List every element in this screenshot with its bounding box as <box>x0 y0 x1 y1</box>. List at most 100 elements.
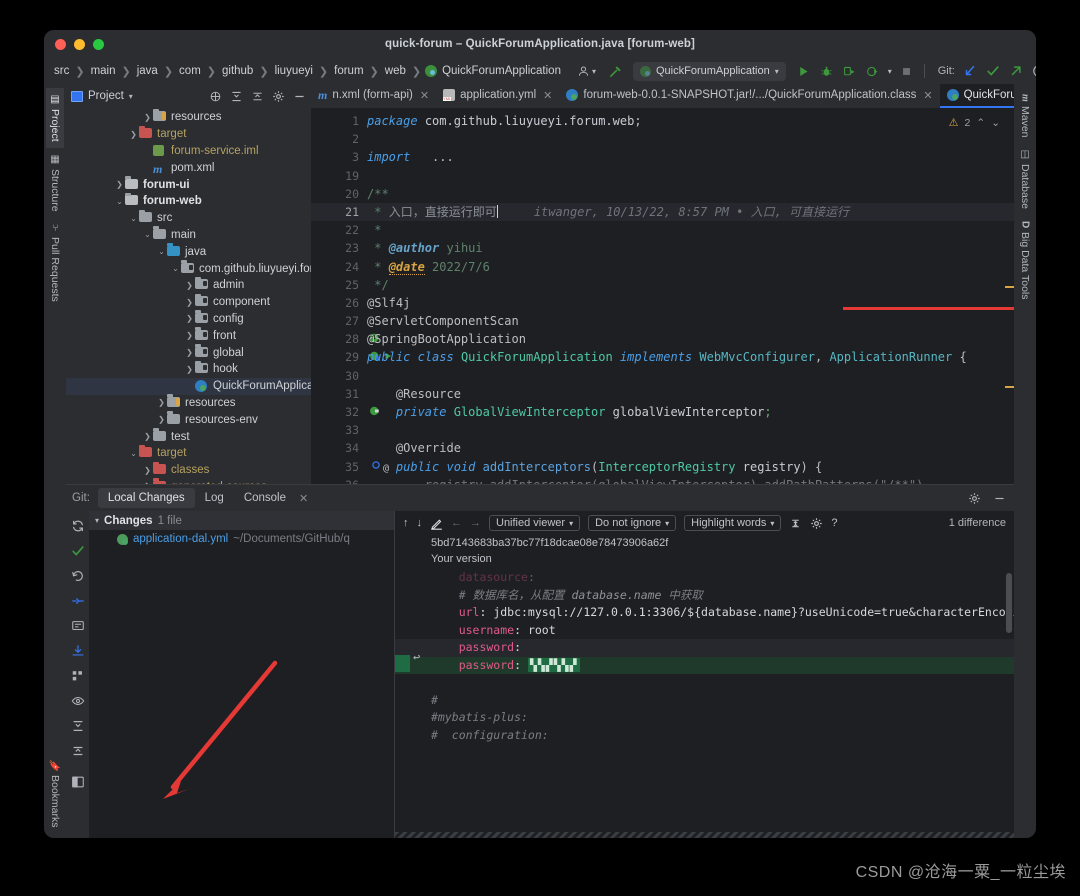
code-editor[interactable]: 1231920212223242526272829303132333435@36… <box>311 108 1014 484</box>
ignore-mode-select[interactable]: Do not ignore ▾ <box>588 515 677 531</box>
git-tab-bar[interactable]: Git: Local Changes Log Console ✕ <box>66 485 1014 511</box>
scroll-from-source-icon[interactable] <box>209 90 222 103</box>
tree-expander-icon[interactable]: ❯ <box>184 365 195 374</box>
annotate-pen-icon[interactable] <box>430 517 443 530</box>
tree-item[interactable]: ❯ hook <box>66 360 311 378</box>
group-by-icon[interactable] <box>71 669 85 683</box>
tree-item[interactable]: ❯ front <box>66 327 311 344</box>
profile-button[interactable] <box>865 63 881 79</box>
refresh-icon[interactable] <box>71 519 85 533</box>
push-icon[interactable] <box>1008 63 1024 79</box>
previous-file-icon[interactable]: ← <box>451 517 462 529</box>
tree-expander-icon[interactable]: ⌄ <box>170 264 181 273</box>
viewer-mode-select[interactable]: Unified viewer ▾ <box>489 515 581 531</box>
gutter-line-number[interactable]: 32 <box>311 403 379 421</box>
diff-toolbar[interactable]: ↑ ↓ ← → Unified viewer ▾ Do not ignore ▾… <box>395 511 1014 535</box>
breadcrumb-item-5[interactable]: liuyueyi <box>273 65 315 77</box>
tree-expander-icon[interactable]: ❯ <box>184 314 195 323</box>
close-icon[interactable]: ✕ <box>543 89 552 102</box>
gutter-line-number[interactable]: 19 <box>311 167 363 185</box>
changes-group-header[interactable]: ▾ Changes 1 file <box>89 511 394 530</box>
gutter-line-number[interactable]: 28 <box>311 330 379 348</box>
tree-item[interactable]: ❯ test <box>66 428 311 445</box>
sidebar-item-project[interactable]: ▤ Project <box>46 88 64 148</box>
expand-all-icon[interactable] <box>230 90 243 103</box>
local-changes-list[interactable]: ▾ Changes 1 file application-dal.yml ~/D… <box>89 511 394 838</box>
settings-gear-icon[interactable] <box>272 90 285 103</box>
sidebar-item-structure[interactable]: ▦ Structure <box>46 148 64 218</box>
tree-expander-icon[interactable]: ⌄ <box>156 247 167 256</box>
breadcrumb[interactable]: src ❯ main ❯ java ❯ com ❯ github ❯ liuyu… <box>52 65 563 78</box>
tree-expander-icon[interactable]: ❯ <box>142 113 153 122</box>
revert-change-icon[interactable]: ↩ <box>413 650 420 664</box>
tree-item[interactable]: ❯ resources <box>66 394 311 412</box>
minimize-window-button[interactable] <box>74 39 85 50</box>
commit-checkmark-icon[interactable] <box>71 544 85 558</box>
gutter-line-number[interactable]: 3 <box>311 148 363 166</box>
tree-item[interactable]: ❯ global <box>66 344 311 361</box>
gutter-line-number[interactable]: 25 <box>311 276 363 294</box>
breadcrumb-item-3[interactable]: com <box>177 65 203 77</box>
toggle-layout-icon[interactable] <box>71 775 85 789</box>
tab-local-changes[interactable]: Local Changes <box>97 488 195 508</box>
tab-log[interactable]: Log <box>195 488 234 508</box>
tree-expander-icon[interactable]: ❯ <box>114 180 125 189</box>
gutter-line-number[interactable]: 36 <box>311 476 363 484</box>
tree-item[interactable]: ⌄ main <box>66 226 311 244</box>
gutter-line-number[interactable]: 35 @ <box>311 458 389 476</box>
gutter-line-number[interactable]: 24 <box>311 258 363 276</box>
gutter-line-number[interactable]: 23 <box>311 239 363 257</box>
hide-tool-window-icon[interactable] <box>293 90 306 103</box>
settings-gear-icon[interactable] <box>968 492 981 505</box>
shelve-icon[interactable] <box>71 644 85 658</box>
inspection-widget[interactable]: ⚠ 2 ⌃ ⌄ <box>949 116 1000 130</box>
diff-scrollbar[interactable] <box>1006 573 1012 633</box>
expand-all-icon[interactable] <box>71 719 85 733</box>
gutter-line-number[interactable]: 1 <box>311 112 363 130</box>
preview-eye-icon[interactable] <box>71 694 85 708</box>
run-configuration-selector[interactable]: QuickForumApplication ▾ <box>633 61 786 81</box>
tree-expander-icon[interactable]: ❯ <box>142 466 153 475</box>
tree-expander-icon[interactable]: ❯ <box>184 331 195 340</box>
tree-item[interactable]: ❯ component <box>66 293 311 311</box>
editor-tab-bar[interactable]: m n.xml (form-api) ✕ application.yml ✕ <box>311 84 1014 108</box>
editor-tab-quickforumapplication-java[interactable]: QuickForumApplication.java ✕ <box>939 84 1014 108</box>
gutter-line-number[interactable]: 21 <box>311 202 363 222</box>
tree-item[interactable]: ❯ config <box>66 310 311 328</box>
collapse-all-icon[interactable] <box>251 90 264 103</box>
gutter-line-number[interactable]: 34 <box>311 439 363 457</box>
tree-item[interactable]: ⌄ forum-web <box>66 192 311 210</box>
tree-expander-icon[interactable]: ❯ <box>142 432 153 441</box>
project-pane-title-group[interactable]: Project ▾ <box>71 90 133 102</box>
breadcrumb-item-6[interactable]: forum <box>332 65 365 77</box>
tree-item[interactable]: ❯ admin <box>66 276 311 294</box>
chevron-down-icon[interactable]: ▾ <box>129 92 133 101</box>
gutter-line-number[interactable]: 22 <box>311 221 363 239</box>
sidebar-item-database[interactable]: ◫ Database <box>1016 143 1034 215</box>
maximize-window-button[interactable] <box>93 39 104 50</box>
gutter-line-number[interactable]: 27 <box>311 312 363 330</box>
highlight-mode-select[interactable]: Highlight words ▾ <box>684 515 782 531</box>
settings-gear-icon[interactable] <box>810 517 823 530</box>
commit-icon[interactable] <box>985 63 1001 79</box>
help-icon[interactable]: ? <box>831 517 837 529</box>
gutter-line-number[interactable]: 30 <box>311 367 363 385</box>
build-hammer-icon[interactable] <box>608 64 623 79</box>
editor-tab-application-yml[interactable]: application.yml ✕ <box>436 84 559 108</box>
next-file-icon[interactable]: → <box>470 517 481 529</box>
breadcrumb-item-7[interactable]: web <box>383 65 408 77</box>
history-icon[interactable] <box>1031 63 1036 79</box>
gutter-line-number[interactable]: 31 <box>311 385 363 403</box>
tree-expander-icon[interactable]: ❯ <box>184 298 195 307</box>
rollback-icon[interactable] <box>71 569 85 583</box>
gutter-line-number[interactable]: 2 <box>311 130 363 148</box>
collapse-all-icon[interactable] <box>71 744 85 758</box>
close-icon[interactable]: ✕ <box>299 492 308 505</box>
tree-item[interactable]: ⌄ target <box>66 444 311 462</box>
window-controls[interactable] <box>55 39 104 50</box>
list-item[interactable]: application-dal.yml ~/Documents/GitHub/q <box>89 530 394 548</box>
vcs-user-menu[interactable]: ▾ <box>577 65 596 78</box>
editor-text-area[interactable]: package com.github.liuyueyi.forum.web; i… <box>363 108 1014 484</box>
gutter-line-number[interactable]: 29 <box>311 348 392 366</box>
tree-item[interactable]: ❯ classes <box>66 461 311 479</box>
